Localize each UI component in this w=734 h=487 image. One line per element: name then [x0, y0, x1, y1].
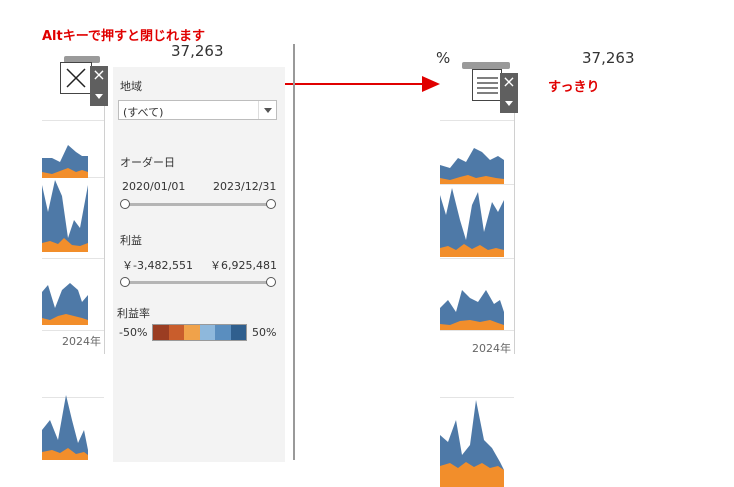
profit-rate-max: 50% — [252, 326, 277, 339]
profit-rate-label: 利益率 — [117, 307, 150, 320]
profit-rate-min: -50% — [119, 326, 148, 339]
right-chart-1 — [440, 148, 504, 184]
order-date-min-handle[interactable] — [120, 199, 130, 209]
close-icon[interactable]: × — [90, 66, 108, 84]
left-card-controls[interactable]: × — [90, 66, 108, 106]
area-charts-layer — [42, 76, 504, 487]
order-date-min: 2020/01/01 — [122, 180, 186, 193]
close-x-icon — [66, 68, 86, 88]
ramp-step — [199, 325, 215, 340]
right-chart-3 — [440, 290, 504, 330]
left-chart-2 — [42, 180, 88, 252]
right-chart-4 — [440, 400, 504, 487]
ramp-step — [230, 325, 246, 340]
left-chart-3 — [42, 283, 88, 325]
region-filter-selected: (すべて) — [123, 106, 164, 119]
profit-rate-color-ramp — [152, 324, 247, 341]
right-card-controls[interactable]: × — [500, 73, 518, 113]
profit-filter-label: 利益 — [120, 234, 142, 247]
right-card-tab — [462, 62, 510, 69]
profit-slider-track[interactable] — [124, 281, 272, 284]
order-date-filter-label: オーダー日 — [120, 156, 175, 169]
left-legend-card[interactable] — [60, 62, 92, 94]
profit-max: ￥6,925,481 — [210, 259, 277, 272]
order-date-max-handle[interactable] — [266, 199, 276, 209]
region-filter-dropdown[interactable]: (すべて) — [118, 100, 277, 120]
region-filter-label: 地域 — [120, 80, 142, 93]
caret-down-icon[interactable] — [95, 94, 103, 99]
profit-min-handle[interactable] — [120, 277, 130, 287]
ramp-step — [168, 325, 184, 340]
order-date-slider-track[interactable] — [124, 203, 272, 206]
ramp-step — [184, 325, 200, 340]
right-chart-2 — [440, 188, 504, 257]
list-lines-icon — [477, 77, 498, 94]
order-date-max: 2023/12/31 — [213, 180, 277, 193]
ramp-step — [215, 325, 231, 340]
left-chart-4 — [42, 395, 88, 460]
caret-down-icon[interactable] — [505, 101, 513, 106]
ramp-step — [153, 325, 169, 340]
view-divider — [293, 44, 295, 460]
profit-max-handle[interactable] — [266, 277, 276, 287]
left-chart-1 — [42, 145, 88, 178]
right-legend-card[interactable] — [472, 69, 502, 101]
profit-min: ￥-3,482,551 — [122, 259, 193, 272]
chevron-down-icon[interactable] — [258, 101, 276, 119]
close-icon[interactable]: × — [500, 73, 518, 91]
